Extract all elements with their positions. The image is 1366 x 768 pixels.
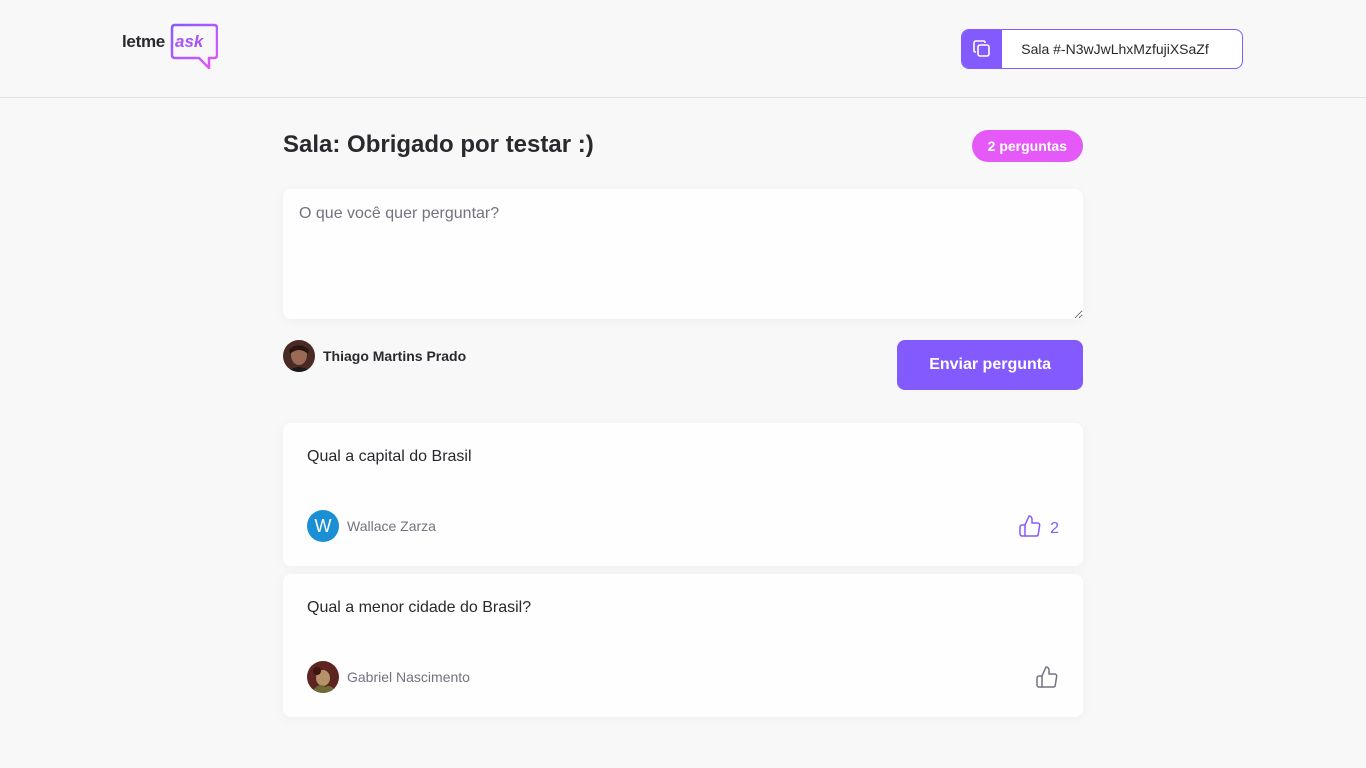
- question-author: W Wallace Zarza: [307, 510, 436, 542]
- question-card: Qual a menor cidade do Brasil? Gabriel N…: [283, 574, 1083, 717]
- like-button[interactable]: 2: [1018, 514, 1059, 538]
- thumbs-up-icon: [1036, 666, 1058, 688]
- page-title: Sala: Obrigado por testar :): [283, 131, 594, 158]
- question-card: Qual a capital do Brasil W Wallace Zarza…: [283, 423, 1083, 566]
- page-header: letme ask Sala #-N3wJwLhxMzfujiXSaZf: [0, 0, 1366, 98]
- user-name: Thiago Martins Prado: [323, 348, 467, 364]
- author-avatar: W: [307, 510, 339, 542]
- room-code-label: Sala #-N3wJwLhxMzfujiXSaZf: [1021, 41, 1209, 57]
- question-text: Qual a menor cidade do Brasil?: [307, 599, 532, 616]
- question-list: Qual a capital do Brasil W Wallace Zarza…: [283, 423, 1083, 725]
- like-count: 2: [1050, 520, 1059, 537]
- like-button[interactable]: [1027, 665, 1059, 689]
- question-text: Qual a capital do Brasil: [307, 448, 472, 465]
- question-author: Gabriel Nascimento: [307, 661, 470, 693]
- question-textarea[interactable]: [283, 189, 1083, 319]
- letmeask-logo[interactable]: letme ask: [122, 23, 222, 71]
- question-footer: W Wallace Zarza 2: [307, 510, 1059, 542]
- copy-icon: [962, 30, 1002, 68]
- question-count-badge: 2 perguntas: [971, 130, 1083, 162]
- current-user-info: Thiago Martins Prado: [283, 340, 466, 372]
- logo-text: letme: [122, 32, 165, 51]
- thumbs-up-icon: [1019, 515, 1041, 537]
- question-footer: Gabriel Nascimento: [307, 661, 1059, 693]
- author-name: Gabriel Nascimento: [347, 669, 470, 685]
- author-name: Wallace Zarza: [347, 518, 436, 534]
- author-avatar: [307, 661, 339, 693]
- room-code-button[interactable]: Sala #-N3wJwLhxMzfujiXSaZf: [961, 29, 1243, 69]
- user-avatar: [283, 340, 315, 372]
- send-question-button[interactable]: Enviar pergunta: [897, 340, 1083, 390]
- logo-accent-text: ask: [175, 32, 204, 51]
